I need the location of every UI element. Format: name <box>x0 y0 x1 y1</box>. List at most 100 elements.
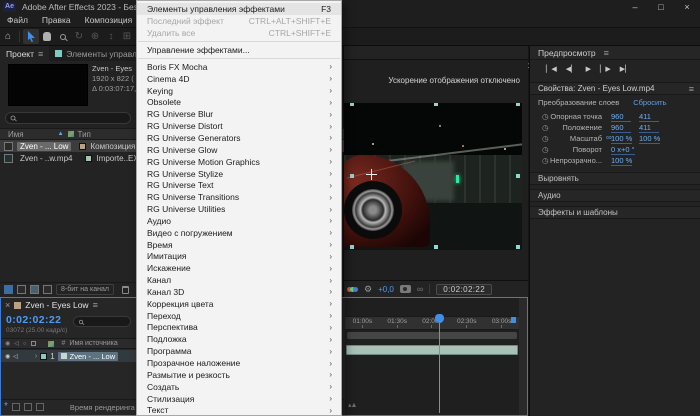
effects-menu-category[interactable]: Канал 3D › <box>137 286 341 298</box>
stopwatch-icon[interactable]: ◷ <box>542 134 549 143</box>
timeline-scrollbar[interactable] <box>519 298 527 415</box>
layer-handle[interactable] <box>434 245 438 249</box>
tool-icon[interactable]: ⊕ <box>87 29 103 44</box>
menu-item-manage-effects[interactable]: Управление эффектами... <box>137 44 341 56</box>
section-audio[interactable]: Аудио <box>530 189 700 202</box>
property-value[interactable]: 411 <box>639 123 659 133</box>
item-name[interactable]: Zven - ..w.mp4 <box>17 154 75 163</box>
color-label-swatch[interactable] <box>79 142 87 150</box>
effects-menu-category[interactable]: Cinema 4D › <box>137 73 341 85</box>
selection-tool-icon[interactable] <box>23 29 39 44</box>
preview-panel-header[interactable]: Предпросмотр ≡ <box>530 46 700 60</box>
property-value[interactable]: 100 % <box>639 134 661 144</box>
layer-handle[interactable] <box>516 245 520 249</box>
transport-button[interactable]: ▶▏ <box>620 65 631 73</box>
column-type[interactable]: Тип <box>78 130 91 139</box>
effects-menu-category[interactable]: RG Universe Glow › <box>137 144 341 156</box>
effects-menu-category[interactable]: RG Universe Stylize › <box>137 168 341 180</box>
transport-button[interactable]: ▏▶ <box>600 65 611 73</box>
property-value[interactable]: 0 x+0 ° <box>611 145 635 155</box>
property-value[interactable]: 100 % <box>611 134 633 144</box>
expander-icon[interactable]: › <box>35 353 37 360</box>
close-tab-icon[interactable]: × <box>5 300 10 310</box>
layer-row[interactable]: ◉ ◁ › 1 Zven - ... Low <box>1 350 136 362</box>
layer-handle[interactable] <box>516 103 520 106</box>
tool-icon[interactable]: ↻ <box>71 29 87 44</box>
project-search-input[interactable] <box>5 112 131 124</box>
effects-menu-category[interactable]: RG Universe Generators › <box>137 132 341 144</box>
zoom-tool-icon[interactable] <box>55 29 71 44</box>
effects-menu-category[interactable]: RG Universe Motion Graphics › <box>137 156 341 168</box>
timeline-zoom-icon[interactable]: ▴▲ <box>348 401 358 409</box>
layer-handle[interactable] <box>516 174 520 178</box>
effects-menu-category[interactable]: Имитация › <box>137 251 341 263</box>
transform-group-label[interactable]: Преобразование слоев <box>538 98 619 107</box>
color-label-swatch[interactable] <box>85 154 93 162</box>
shy-layers-icon[interactable] <box>11 403 20 411</box>
bit-depth-button[interactable]: 8-бит на канал <box>56 284 114 295</box>
layer-handle[interactable] <box>350 174 354 178</box>
property-value[interactable]: 411 <box>639 112 659 122</box>
current-timecode[interactable]: 0:02:02:22 <box>6 314 61 326</box>
property-value[interactable]: 100 % <box>611 156 633 166</box>
effects-menu-category[interactable]: Obsolete › <box>137 97 341 109</box>
properties-panel-header[interactable]: Свойства: Zven - Eyes Low.mp4 ≡ <box>530 82 700 95</box>
layer-handle[interactable] <box>434 103 438 106</box>
trash-icon[interactable] <box>121 285 129 294</box>
composition-image[interactable] <box>344 103 522 250</box>
column-name[interactable]: Имя <box>8 130 24 139</box>
audio-icon[interactable]: ◁ <box>13 353 18 360</box>
effects-menu-category[interactable]: RG Universe Distort › <box>137 120 341 132</box>
frame-render-time-icon[interactable]: * <box>4 402 8 412</box>
property-value[interactable]: 960 <box>611 112 631 122</box>
sort-ascending-icon[interactable]: ▲ <box>58 131 64 137</box>
effects-menu-category[interactable]: RG Universe Blur › <box>137 108 341 120</box>
effects-menu-category[interactable]: Коррекция цвета › <box>137 298 341 310</box>
effects-menu-category[interactable]: Keying › <box>137 85 341 97</box>
new-composition-icon[interactable] <box>30 285 39 294</box>
panel-menu-icon[interactable]: ≡ <box>38 49 43 59</box>
reset-link[interactable]: Сбросить <box>633 98 666 107</box>
gear-icon[interactable]: ⚙ <box>364 284 372 295</box>
layer-color-swatch[interactable] <box>40 352 48 360</box>
effects-menu-category[interactable]: Время › <box>137 239 341 251</box>
panel-menu-icon[interactable]: ≡ <box>93 300 98 310</box>
link-icon[interactable]: ∞ <box>417 284 423 294</box>
project-settings-icon[interactable] <box>43 285 52 294</box>
tool-icon[interactable]: ↕ <box>103 29 119 44</box>
minimize-button[interactable]: – <box>622 0 648 13</box>
eye-icon[interactable]: ◉ <box>5 353 10 360</box>
hand-tool-icon[interactable] <box>39 29 55 44</box>
stopwatch-icon[interactable]: ◷ <box>542 145 549 154</box>
tab-effect-controls[interactable]: Элементы управле <box>49 49 147 59</box>
effects-menu-category[interactable]: Видео с погружением › <box>137 227 341 239</box>
item-name[interactable]: Zven - ... Low <box>17 141 72 151</box>
panel-menu-icon[interactable]: ≡ <box>604 48 609 58</box>
section-effects-presets[interactable]: Эффекты и шаблоны <box>530 206 700 219</box>
frame-blending-icon[interactable] <box>23 403 32 411</box>
layer-handle[interactable] <box>350 103 354 106</box>
effects-menu-category[interactable]: Создать › <box>137 381 341 393</box>
layer-handle[interactable] <box>350 245 354 249</box>
timeline-search-input[interactable] <box>73 316 131 327</box>
effects-menu-category[interactable]: Размытие и резкость › <box>137 369 341 381</box>
tool-icon[interactable]: ⊞ <box>119 29 135 44</box>
effects-menu-category[interactable]: Текст › <box>137 404 341 415</box>
interpret-footage-icon[interactable] <box>4 285 13 294</box>
motion-blur-icon[interactable] <box>35 403 44 411</box>
new-folder-icon[interactable] <box>17 285 26 294</box>
effects-menu-category[interactable]: Перспектива › <box>137 322 341 334</box>
color-label-column-icon[interactable] <box>67 131 74 137</box>
stopwatch-icon[interactable]: ◷ <box>542 123 549 132</box>
layer-name-chip[interactable]: Zven - ... Low <box>57 351 119 361</box>
effects-menu-category[interactable]: Программа › <box>137 345 341 357</box>
snapshot-camera-icon[interactable] <box>399 285 411 293</box>
effects-menu-category[interactable]: RG Universe Transitions › <box>137 191 341 203</box>
layer-anchor-point[interactable] <box>366 169 377 180</box>
stopwatch-icon[interactable]: ◷ <box>542 156 549 165</box>
effects-menu-category[interactable]: Прозрачное наложение › <box>137 357 341 369</box>
effects-menu-category[interactable]: Канал › <box>137 274 341 286</box>
effects-menu-category[interactable]: Подложка › <box>137 333 341 345</box>
time-ruler[interactable]: 01:00s 01:30s 02:00s 02:30s 03:00s <box>345 316 519 330</box>
transport-button[interactable]: ▏◀ <box>546 65 557 73</box>
